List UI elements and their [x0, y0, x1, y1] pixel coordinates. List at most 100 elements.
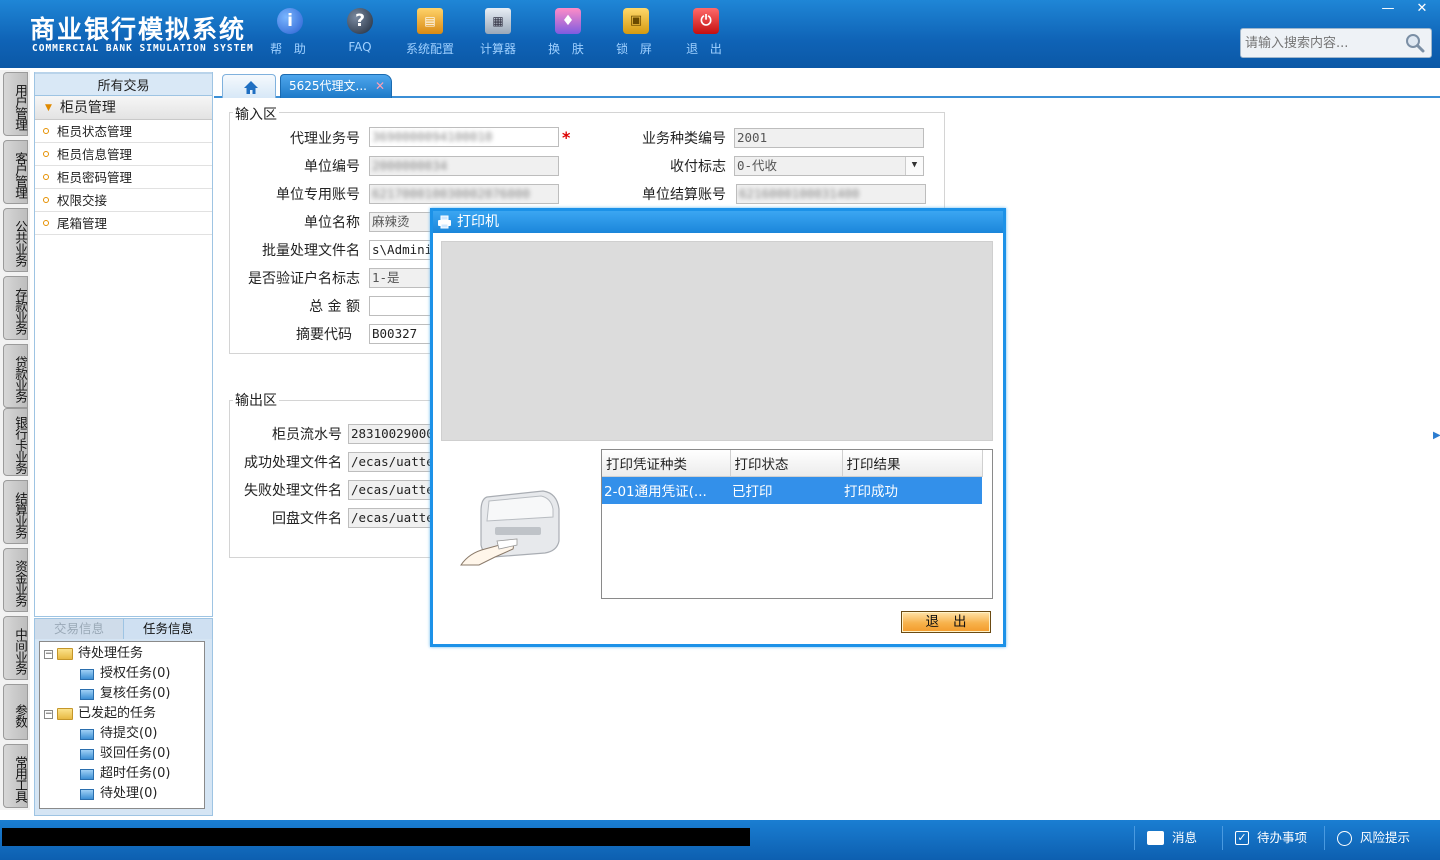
vtab-intermediary-business[interactable]: 中间业务: [3, 616, 28, 680]
nav-item-label: 柜员信息管理: [57, 146, 133, 162]
chevron-down-icon[interactable]: ▼: [905, 157, 923, 175]
caret-down-icon: ▼: [45, 102, 52, 113]
lock-screen-button[interactable]: ▣ 锁 屏: [608, 8, 664, 62]
tree-node-rejected[interactable]: 驳回任务(0): [40, 744, 204, 764]
nav-item-permission-handover[interactable]: 权限交接: [35, 189, 212, 212]
teller-serial-output: 283100290000: [348, 424, 438, 444]
system-config-button[interactable]: ▤ 系统配置: [402, 8, 458, 62]
unit-name-input[interactable]: 麻辣烫: [369, 212, 439, 232]
verify-name-flag-label: 是否验证户名标志: [248, 271, 360, 287]
return-file-output: /ecas/uattes: [348, 508, 438, 528]
verify-name-flag-select[interactable]: 1-是: [369, 268, 439, 288]
tree-node-review[interactable]: 复核任务(0): [40, 684, 204, 704]
tree-node-to-submit[interactable]: 待提交(0): [40, 724, 204, 744]
tree-node-authorization[interactable]: 授权任务(0): [40, 664, 204, 684]
vtab-common-tools[interactable]: 常用工具: [3, 744, 28, 808]
mail-icon: [1147, 831, 1164, 845]
success-file-output: /ecas/uattes: [348, 452, 438, 472]
minimize-button[interactable]: —: [1378, 0, 1398, 18]
chat-icon: [1337, 830, 1352, 846]
close-button[interactable]: ✕: [1412, 0, 1432, 18]
bullet-icon: [43, 174, 49, 180]
tree-node-initiated[interactable]: − 已发起的任务: [40, 704, 204, 724]
tab-task-info[interactable]: 任务信息: [124, 619, 212, 639]
tab-close-icon[interactable]: ✕: [375, 75, 385, 97]
messages-button[interactable]: 消息: [1134, 826, 1222, 850]
exit-button[interactable]: ⏻ 退 出: [678, 8, 734, 62]
help-button[interactable]: i 帮 助: [262, 8, 318, 62]
unit-account-input[interactable]: 621700010030002076000: [369, 184, 559, 204]
vtab-public-business[interactable]: 公共业务: [3, 208, 28, 272]
exit-label: 退 出: [686, 42, 726, 56]
skin-button[interactable]: ♦ 换 肤: [540, 8, 596, 62]
nav-item-label: 尾箱管理: [57, 215, 108, 231]
todo-button[interactable]: ✓ 待办事项: [1222, 826, 1324, 850]
app-title: 商业银行模拟系统: [30, 15, 247, 44]
tab-home[interactable]: [222, 74, 276, 98]
column-header-voucher-type[interactable]: 打印凭证种类: [602, 450, 731, 477]
collect-flag-label: 收付标志: [670, 159, 726, 175]
config-icon: ▤: [417, 8, 443, 34]
search-icon[interactable]: [1405, 33, 1425, 53]
faq-button[interactable]: ? FAQ: [332, 8, 388, 62]
unit-settle-account-input[interactable]: 6216000100031400: [736, 184, 926, 204]
batch-file-input[interactable]: s\Adminis: [369, 240, 439, 260]
collect-flag-select[interactable]: 0-代收 ▼: [734, 156, 924, 176]
task-panel: 交易信息 任务信息 − 待处理任务 授权任务(0) 复核任务(0) − 已发起的…: [34, 618, 213, 816]
search-input[interactable]: [1241, 29, 1401, 57]
unit-no-value: 2000000034: [372, 158, 448, 173]
vtab-bank-card-business[interactable]: 银行卡业务: [3, 408, 28, 476]
vtab-user-management[interactable]: 用户管理: [3, 72, 28, 136]
messages-label: 消息: [1172, 830, 1198, 845]
nav-title: 所有交易: [35, 72, 212, 96]
task-tabs: 交易信息 任务信息: [35, 619, 212, 639]
nav-item-label: 柜员状态管理: [57, 123, 133, 139]
total-amount-label: 总 金 额: [309, 299, 360, 315]
tree-node-pending[interactable]: − 待处理任务: [40, 644, 204, 664]
biz-type-no-label: 业务种类编号: [642, 131, 726, 147]
vtab-loan-business[interactable]: 贷款业务: [3, 344, 28, 408]
task-icon: [80, 768, 94, 780]
vtab-customer-management[interactable]: 客户管理: [3, 140, 28, 204]
faq-label: FAQ: [348, 40, 372, 54]
collapse-icon[interactable]: −: [44, 649, 53, 659]
task-icon: [80, 728, 94, 740]
calculator-button[interactable]: ▦ 计算器: [470, 8, 526, 62]
nav-item-cash-box[interactable]: 尾箱管理: [35, 212, 212, 235]
home-icon: [244, 81, 258, 94]
tab-5625-agent-file[interactable]: 5625代理文... ✕: [280, 74, 392, 98]
tab-transaction-info[interactable]: 交易信息: [35, 619, 124, 639]
summary-code-input[interactable]: B00327: [369, 324, 439, 344]
nav-item-teller-info[interactable]: 柜员信息管理: [35, 143, 212, 166]
vtab-deposit-business[interactable]: 存款业务: [3, 276, 28, 340]
table-row[interactable]: 2-01通用凭证(... 已打印 打印成功: [602, 476, 982, 504]
column-header-print-result[interactable]: 打印结果: [842, 450, 983, 477]
unit-no-input[interactable]: 2000000034: [369, 156, 559, 176]
risk-alert-label: 风险提示: [1360, 830, 1411, 845]
required-asterisk: *: [562, 128, 571, 147]
dialog-exit-button[interactable]: 退出: [901, 611, 991, 633]
tree-node-to-process[interactable]: 待处理(0): [40, 784, 204, 804]
vtab-fund-business[interactable]: 资金业务: [3, 548, 28, 612]
help-icon: i: [277, 8, 303, 34]
tree-node-label: 授权任务(0): [100, 666, 171, 681]
nav-item-teller-status[interactable]: 柜员状态管理: [35, 120, 212, 143]
nav-item-teller-password[interactable]: 柜员密码管理: [35, 166, 212, 189]
agent-biz-no-input[interactable]: 3690000094100010: [369, 127, 559, 147]
nav-group-teller-management[interactable]: ▼ 柜员管理: [35, 96, 212, 120]
risk-alert-button[interactable]: 风险提示: [1324, 826, 1440, 850]
vtab-settlement-business[interactable]: 结算业务: [3, 480, 28, 544]
biz-type-no-input[interactable]: 2001: [734, 128, 924, 148]
expand-right-icon[interactable]: ▶: [1433, 430, 1440, 454]
dialog-title-bar[interactable]: 打印机: [433, 211, 1003, 233]
help-label: 帮 助: [270, 42, 310, 56]
header-bar: 商业银行模拟系统 COMMERCIAL BANK SIMULATION SYST…: [0, 0, 1440, 68]
vtab-parameters[interactable]: 参数: [3, 684, 28, 740]
summary-code-label: 摘要代码: [296, 327, 352, 343]
tree-node-label: 复核任务(0): [100, 686, 171, 701]
column-header-print-status[interactable]: 打印状态: [730, 450, 843, 477]
total-amount-input[interactable]: [369, 296, 439, 316]
collapse-icon[interactable]: −: [44, 709, 53, 719]
tree-node-timeout[interactable]: 超时任务(0): [40, 764, 204, 784]
folder-icon: [57, 708, 73, 720]
